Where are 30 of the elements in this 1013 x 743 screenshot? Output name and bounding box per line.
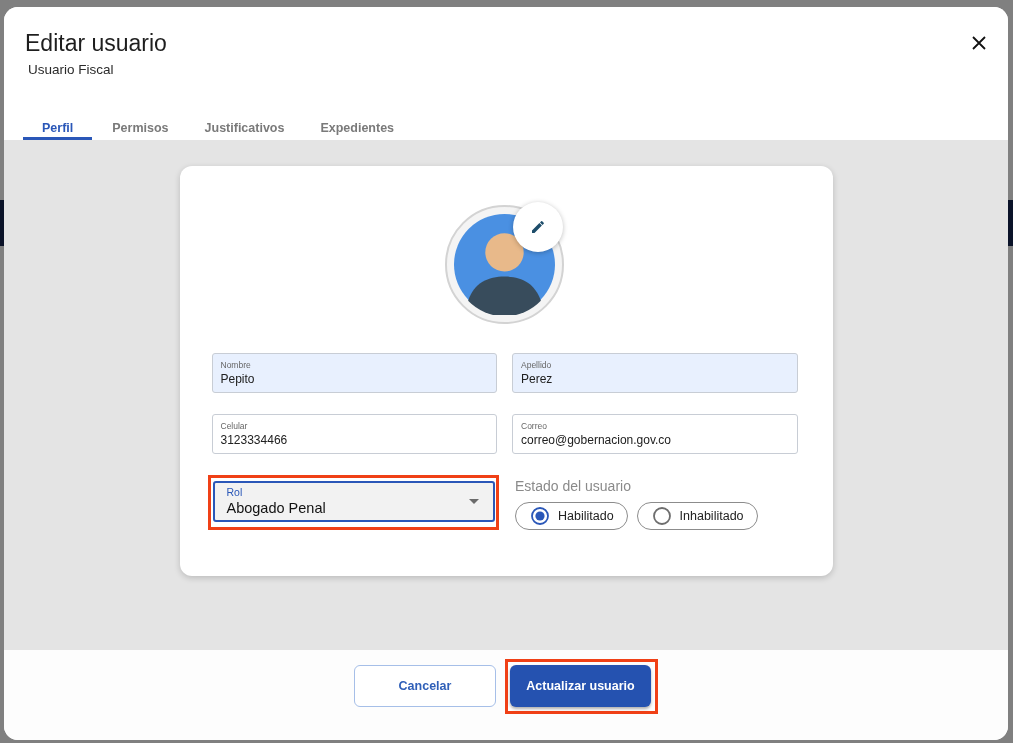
field-value: Perez [521, 371, 553, 387]
field-label: Apellido [521, 359, 552, 371]
dialog-subtitle: Usuario Fiscal [28, 62, 115, 78]
input-field[interactable]: Apellido Perez [512, 353, 798, 393]
radio-option[interactable]: Habilitado [515, 502, 628, 530]
field-label: Correo [521, 420, 547, 432]
field-value: correo@gobernacion.gov.co [521, 432, 672, 448]
field-value: Abogado Penal [226, 499, 326, 517]
input-field[interactable]: Nombre Pepito [211, 353, 497, 393]
close-button[interactable] [972, 36, 986, 50]
tab[interactable]: Expedientes [304, 120, 411, 140]
input-field[interactable]: Correo correo@gobernacion.gov.co [512, 414, 798, 454]
field-label: Nombre [220, 359, 251, 371]
cancel-button[interactable]: Cancelar [354, 665, 496, 707]
field-label: Rol [226, 486, 243, 498]
radio-option[interactable]: Inhabilitado [636, 502, 758, 530]
input-field[interactable]: Celular 3123334466 [211, 414, 497, 454]
tab[interactable]: Justificativos [188, 120, 301, 140]
status-label: Estado del usuario [515, 477, 631, 495]
field-value: 3123334466 [220, 432, 288, 448]
field-value: Pepito [220, 371, 255, 387]
tab[interactable]: Permisos [96, 120, 185, 140]
edit-button[interactable] [513, 202, 563, 252]
close-icon [972, 36, 986, 50]
dropdown-field[interactable]: Rol Abogado Penal [212, 481, 495, 522]
pencil-icon [530, 219, 546, 235]
update-button[interactable]: Actualizar usuario [510, 665, 651, 707]
field-label: Celular [220, 420, 248, 432]
dialog-title: Editar usuario [25, 29, 167, 57]
caret-icon [469, 499, 479, 504]
